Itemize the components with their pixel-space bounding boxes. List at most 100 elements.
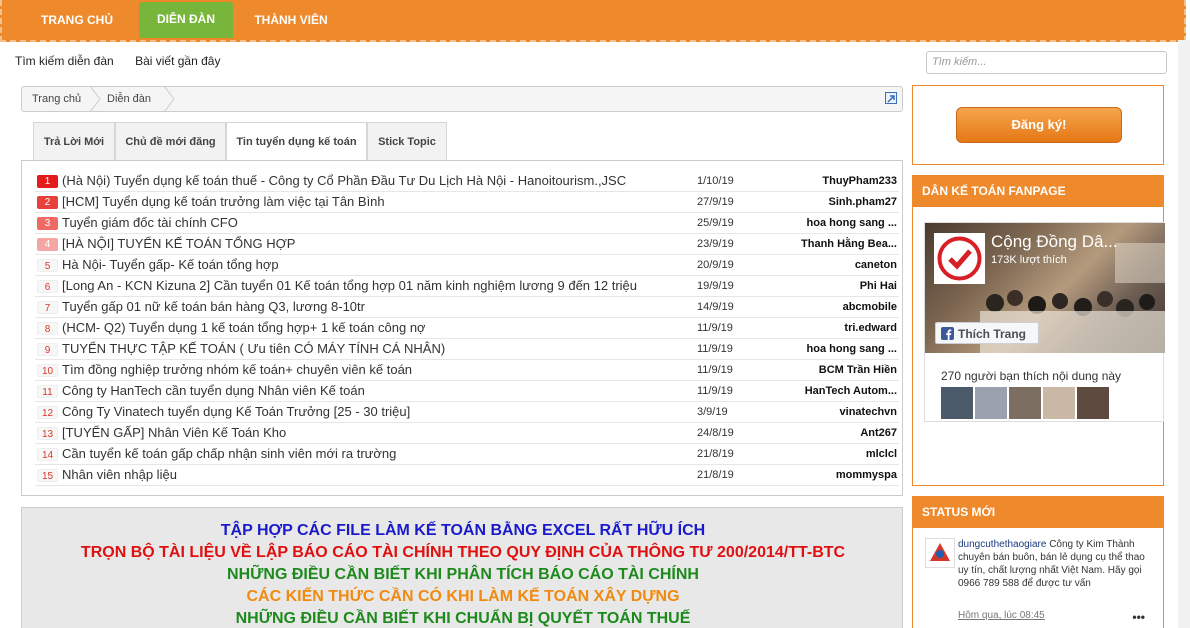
rank-badge: 7: [37, 301, 58, 314]
thread-date: 11/9/19: [697, 322, 733, 334]
thread-date: 1/10/19: [697, 175, 734, 187]
avatar[interactable]: [1043, 387, 1075, 419]
thread-row[interactable]: 7 Tuyển gấp 01 nữ kế toán bán hàng Q3, lư…: [35, 297, 899, 318]
thread-row[interactable]: 15 Nhân viên nhập liệu 21/8/19 mommyspa: [35, 465, 899, 486]
thread-row[interactable]: 6 [Long An - KCN Kizuna 2] Cần tuyển 01 K…: [35, 276, 899, 297]
search-input[interactable]: Tìm kiếm...: [926, 51, 1167, 74]
thread-title-link[interactable]: [TUYỂN GẤP] Nhân Viên Kế Toán Kho: [62, 425, 286, 440]
thread-title-link[interactable]: Tuyển gấp 01 nữ kế toán bán hàng Q3, lươ…: [62, 299, 365, 314]
thread-row[interactable]: 9 TUYỂN THỰC TẬP KẾ TOÁN ( Ưu tiên CÓ MÁY…: [35, 339, 899, 360]
rank-badge: 13: [37, 427, 58, 440]
thread-author-link[interactable]: mlclcl: [866, 448, 897, 460]
thread-date: 25/9/19: [697, 217, 734, 229]
avatar[interactable]: [1077, 387, 1109, 419]
avatar[interactable]: [941, 387, 973, 419]
facebook-cover-image[interactable]: Cộng Đồng Dâ... 173K lượt thích Thích Tr…: [925, 223, 1165, 353]
thread-author-link[interactable]: abcmobile: [843, 301, 897, 313]
thread-row[interactable]: 5 Hà Nội- Tuyển gấp- Kế toán tổng hợp 20/9…: [35, 255, 899, 276]
nav-tab-home[interactable]: TRANG CHỦ: [32, 4, 122, 36]
thread-title-link[interactable]: Công Ty Vinatech tuyển dụng Kế Toán Trưở…: [62, 404, 410, 419]
thread-title-link[interactable]: [HÀ NỘI] TUYỂN KẾ TOÁN TỔNG HỢP: [62, 236, 295, 251]
nav-tab-forum[interactable]: DIỄN ĐÀN: [139, 2, 233, 38]
thread-row[interactable]: 2 [HCM] Tuyển dụng kế toán trưởng làm việ…: [35, 192, 899, 213]
register-box: Đăng ký!: [912, 85, 1164, 165]
thread-title-link[interactable]: Tuyển giám đốc tài chính CFO: [62, 215, 238, 230]
tab-accounting-jobs[interactable]: Tin tuyển dụng kế toán: [226, 122, 367, 161]
thread-row[interactable]: 8 (HCM- Q2) Tuyển dụng 1 kế toán tổng hợp…: [35, 318, 899, 339]
thread-date: 27/9/19: [697, 196, 734, 208]
thread-author-link[interactable]: Sinh.pham27: [829, 196, 897, 208]
facebook-icon: [941, 327, 954, 340]
thread-row[interactable]: 12 Công Ty Vinatech tuyển dụng Kế Toán Tr…: [35, 402, 899, 423]
register-button[interactable]: Đăng ký!: [956, 107, 1122, 143]
thread-title-link[interactable]: Hà Nội- Tuyển gấp- Kế toán tổng hợp: [62, 257, 279, 272]
thread-author-link[interactable]: ThuyPham233: [822, 175, 897, 187]
promo-link-3[interactable]: NHỮNG ĐIỀU CẦN BIẾT KHI PHÂN TÍCH BÁO CÁ…: [22, 566, 904, 584]
rank-badge: 12: [37, 406, 58, 419]
thread-author-link[interactable]: BCM Trần Hiền: [819, 364, 897, 376]
status-timestamp[interactable]: Hôm qua, lúc 08:45: [958, 610, 1045, 621]
thread-row[interactable]: 1 (Hà Nội) Tuyển dụng kế toán thuế - Công…: [35, 171, 899, 192]
thread-title-link[interactable]: Cần tuyển kế toán gấp chấp nhận sinh viê…: [62, 446, 396, 461]
tab-new-replies[interactable]: Trả Lời Mới: [33, 122, 115, 160]
thread-row[interactable]: 13 [TUYỂN GẤP] Nhân Viên Kế Toán Kho 24/8/…: [35, 423, 899, 444]
rank-badge: 11: [37, 385, 58, 398]
thread-author-link[interactable]: hoa hong sang ...: [807, 343, 897, 355]
fanpage-logo: [934, 233, 985, 284]
thread-author-link[interactable]: tri.edward: [844, 322, 897, 334]
facebook-page-card: Cộng Đồng Dâ... 173K lượt thích Thích Tr…: [924, 222, 1165, 422]
thread-author-link[interactable]: mommyspa: [836, 469, 897, 481]
thread-row[interactable]: 10 Tìm đồng nghiệp trưởng nhóm kế toán+ c…: [35, 360, 899, 381]
breadcrumb-home[interactable]: Trang chủ: [32, 87, 81, 111]
thread-row[interactable]: 3 Tuyển giám đốc tài chính CFO 25/9/19 hoa …: [35, 213, 899, 234]
status-message: dungcuthethaogiare Công ty Kim Thành chu…: [958, 538, 1153, 590]
promo-link-2[interactable]: TRỌN BỘ TÀI LIỆU VỀ LẬP BÁO CÁO TÀI CHÍN…: [22, 544, 904, 562]
thread-row[interactable]: 4 [HÀ NỘI] TUYỂN KẾ TOÁN TỔNG HỢP 23/9/19 T…: [35, 234, 899, 255]
rank-badge: 9: [37, 343, 58, 356]
thread-title-link[interactable]: [Long An - KCN Kizuna 2] Cần tuyển 01 Kế…: [62, 278, 637, 293]
thread-row[interactable]: 11 Công ty HanTech cần tuyển dụng Nhân vi…: [35, 381, 899, 402]
thread-author-link[interactable]: hoa hong sang ...: [807, 217, 897, 229]
fanpage-name[interactable]: Cộng Đồng Dâ...: [991, 232, 1118, 252]
friends-like-text: 270 người bạn thích nội dung này: [941, 369, 1122, 383]
promo-banner: TẬP HỢP CÁC FILE LÀM KẾ TOÁN BẰNG EXCEL …: [21, 507, 903, 628]
thread-author-link[interactable]: Thanh Hằng Bea...: [801, 238, 897, 250]
like-page-button[interactable]: Thích Trang: [935, 322, 1039, 344]
avatar[interactable]: [925, 538, 955, 568]
rank-badge: 5: [37, 259, 58, 272]
nav-tab-members[interactable]: THÀNH VIÊN: [246, 4, 336, 36]
more-options-icon[interactable]: •••: [1132, 610, 1145, 624]
thread-title-link[interactable]: Công ty HanTech cần tuyển dụng Nhân viên…: [62, 383, 365, 398]
avatar[interactable]: [1009, 387, 1041, 419]
rank-badge: 10: [37, 364, 58, 377]
sub-nav: Tìm kiếm diễn đàn Bài viết gần đây: [15, 54, 238, 68]
breadcrumb-forum[interactable]: Diễn đàn: [107, 87, 151, 111]
promo-link-5[interactable]: NHỮNG ĐIỀU CẦN BIẾT KHI CHUẨN BỊ QUYẾT T…: [22, 610, 904, 628]
thread-author-link[interactable]: Ant267: [860, 427, 897, 439]
promo-link-1[interactable]: TẬP HỢP CÁC FILE LÀM KẾ TOÁN BẰNG EXCEL …: [22, 522, 904, 540]
promo-link-4[interactable]: CÁC KIẾN THỨC CẦN CÓ KHI LÀM KẾ TOÁN XÂY…: [22, 588, 904, 606]
thread-date: 19/9/19: [697, 280, 734, 292]
thread-title-link[interactable]: TUYỂN THỰC TẬP KẾ TOÁN ( Ưu tiên CÓ MÁY …: [62, 341, 445, 356]
tab-new-threads[interactable]: Chủ đề mới đăng: [115, 122, 226, 160]
thread-title-link[interactable]: Tìm đồng nghiệp trưởng nhóm kế toán+ chu…: [62, 362, 412, 377]
avatar[interactable]: [975, 387, 1007, 419]
recent-posts-link[interactable]: Bài viết gần đây: [135, 54, 220, 68]
thread-title-link[interactable]: Nhân viên nhập liệu: [62, 467, 177, 482]
status-box: STATUS MỚI dungcuthethaogiare Công ty Ki…: [912, 496, 1164, 628]
thread-title-link[interactable]: (HCM- Q2) Tuyển dụng 1 kế toán tổng hợp+…: [62, 320, 426, 335]
thread-author-link[interactable]: Phi Hai: [860, 280, 897, 292]
thread-row[interactable]: 14 Cần tuyển kế toán gấp chấp nhận sinh v…: [35, 444, 899, 465]
thread-author-link[interactable]: caneton: [855, 259, 897, 271]
thread-author-link[interactable]: vinatechvn: [840, 406, 897, 418]
thread-date: 20/9/19: [697, 259, 734, 271]
thread-title-link[interactable]: (Hà Nội) Tuyển dụng kế toán thuế - Công …: [62, 173, 626, 188]
status-username[interactable]: dungcuthethaogiare: [958, 539, 1046, 550]
scrollbar[interactable]: [1178, 40, 1190, 628]
top-nav: TRANG CHỦ DIỄN ĐÀN THÀNH VIÊN: [0, 0, 1186, 42]
search-forum-link[interactable]: Tìm kiếm diễn đàn: [15, 54, 114, 68]
thread-title-link[interactable]: [HCM] Tuyển dụng kế toán trưởng làm việc…: [62, 194, 385, 209]
thread-author-link[interactable]: HanTech Autom...: [805, 385, 897, 397]
tab-stick-topic[interactable]: Stick Topic: [367, 122, 447, 160]
popout-icon[interactable]: [885, 92, 897, 104]
